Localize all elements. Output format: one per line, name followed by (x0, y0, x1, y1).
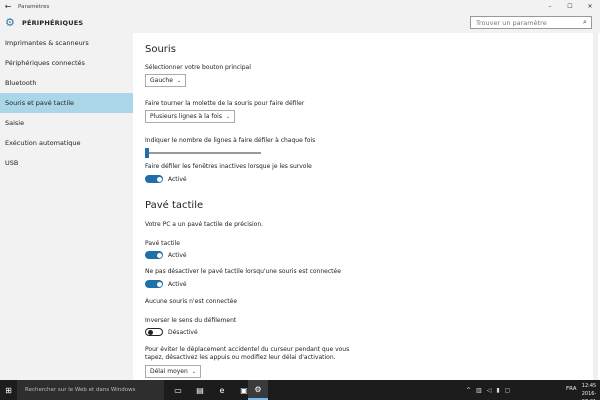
taskbar: ⊞ Rechercher sur le Web et dans Windows … (0, 380, 600, 400)
scrollbar[interactable] (593, 33, 598, 380)
scroll-lines-slider[interactable] (145, 148, 261, 158)
task-view-icon[interactable]: ▭ (168, 380, 188, 400)
clock-date: 2016-07-01 (581, 391, 597, 400)
title-bar: ← Paramètres – ☐ ✕ (0, 0, 600, 13)
primary-button-value: Gauche (150, 77, 173, 84)
inactive-scroll-toggle[interactable] (145, 175, 163, 183)
sidebar-item-label: Bluetooth (5, 79, 37, 87)
system-tray: ^ ▥ ◁ ▮ ▢ (466, 380, 515, 400)
touchpad-info: Votre PC a un pavé tactile de précision. (145, 221, 264, 228)
back-arrow-icon[interactable]: ← (0, 0, 16, 13)
delay-value: Délai moyen (150, 368, 188, 375)
header: ⚙ PÉRIPHÉRIQUES Trouver un paramètre ⌕ (0, 13, 600, 33)
keep-touchpad-toggle-row: Activé (145, 280, 187, 288)
clock-time: 12:45 (581, 383, 597, 389)
keep-touchpad-label: Ne pas désactiver le pavé tactile lorsqu… (145, 268, 341, 275)
network-icon[interactable]: ▥ (476, 387, 482, 394)
sidebar-item-autoplay[interactable]: Exécution automatique (0, 133, 133, 153)
touchpad-state: Activé (168, 251, 187, 259)
sidebar-item-bluetooth[interactable]: Bluetooth (0, 73, 133, 93)
touchpad-label: Pavé tactile (145, 240, 180, 247)
minimize-button[interactable]: – (540, 0, 560, 13)
chevron-down-icon: ⌄ (225, 113, 231, 120)
primary-button-label: Sélectionner votre bouton principal (145, 64, 251, 71)
sidebar-item-label: Imprimantes & scanneurs (5, 39, 89, 47)
language-indicator[interactable]: FRA (566, 386, 577, 392)
sidebar-item-connected-devices[interactable]: Périphériques connectés (0, 53, 133, 73)
main-content: Souris Sélectionner votre bouton princip… (133, 33, 600, 380)
no-mouse-text: Aucune souris n'est connectée (145, 298, 238, 305)
search-input[interactable]: Trouver un paramètre ⌕ (470, 16, 592, 29)
notifications-icon[interactable]: ▢ (505, 387, 511, 394)
sidebar-item-printers[interactable]: Imprimantes & scanneurs (0, 33, 133, 53)
delay-dropdown[interactable]: Délai moyen ⌄ (145, 365, 201, 378)
close-button[interactable]: ✕ (580, 0, 600, 13)
chevron-down-icon: ⌄ (191, 368, 196, 375)
delay-description-line-2: tapez, désactivez les appuis ou modifiez… (145, 354, 336, 361)
slider-track (145, 152, 261, 154)
scroll-mode-dropdown[interactable]: Plusieurs lignes à la fois ⌄ (145, 110, 236, 123)
taskbar-search-placeholder: Rechercher sur le Web et dans Windows (25, 387, 136, 393)
taskbar-search-input[interactable]: Rechercher sur le Web et dans Windows (17, 380, 164, 400)
maximize-button[interactable]: ☐ (560, 0, 580, 13)
gear-icon: ⚙ (5, 16, 15, 29)
windows-logo-icon[interactable]: ⊞ (0, 380, 17, 400)
sidebar-item-label: Exécution automatique (5, 139, 81, 147)
primary-button-dropdown[interactable]: Gauche ⌄ (145, 74, 187, 87)
reverse-scroll-state: Désactivé (168, 328, 198, 336)
touchpad-toggle-row: Activé (145, 251, 187, 259)
scroll-lines-label: Indiquer le nombre de lignes à faire déf… (145, 137, 316, 144)
inactive-scroll-toggle-row: Activé (145, 175, 187, 183)
sidebar-item-mouse-touchpad[interactable]: Souris et pavé tactile (0, 93, 133, 113)
settings-icon[interactable]: ⚙ (248, 380, 268, 400)
keep-touchpad-state: Activé (168, 280, 187, 288)
chevron-down-icon: ⌄ (176, 77, 182, 84)
slider-thumb[interactable] (145, 148, 149, 158)
reverse-scroll-label: Inverser le sens du défilement (145, 317, 237, 324)
scroll-mode-label: Faire tourner la molette de la souris po… (145, 100, 305, 107)
sidebar-item-usb[interactable]: USB (0, 153, 133, 173)
sidebar-item-label: Souris et pavé tactile (5, 99, 75, 107)
sidebar-item-label: Périphériques connectés (5, 59, 85, 67)
sidebar: Imprimantes & scanneurs Périphériques co… (0, 33, 133, 380)
mouse-heading: Souris (145, 44, 176, 55)
chevron-up-icon[interactable]: ^ (466, 387, 471, 394)
sidebar-item-label: Saisie (5, 119, 25, 127)
search-placeholder: Trouver un paramètre (476, 18, 547, 27)
touchpad-heading: Pavé tactile (145, 200, 204, 211)
inactive-scroll-state: Activé (168, 175, 187, 183)
file-explorer-icon[interactable]: ▤ (190, 380, 210, 400)
battery-icon[interactable]: ▮ (496, 387, 499, 394)
scroll-mode-value: Plusieurs lignes à la fois (150, 113, 222, 120)
sidebar-item-typing[interactable]: Saisie (0, 113, 133, 133)
search-icon[interactable]: ⌕ (579, 18, 591, 27)
touchpad-toggle[interactable] (145, 251, 163, 259)
reverse-scroll-toggle[interactable] (145, 328, 163, 336)
keep-touchpad-toggle[interactable] (145, 280, 163, 288)
page-title: PÉRIPHÉRIQUES (22, 19, 84, 27)
clock[interactable]: 12:45 2016-07-01 (578, 382, 600, 400)
sidebar-item-label: USB (5, 159, 19, 167)
inactive-scroll-label: Faire défiler les fenêtres inactives lor… (145, 163, 312, 170)
volume-icon[interactable]: ◁ (487, 387, 492, 394)
edge-icon[interactable]: e (212, 380, 232, 400)
window-controls: – ☐ ✕ (540, 0, 600, 13)
delay-description-line-1: Pour éviter le déplacement accidentel du… (145, 346, 350, 353)
window-title: Paramètres (18, 3, 50, 10)
reverse-scroll-toggle-row: Désactivé (145, 328, 198, 336)
